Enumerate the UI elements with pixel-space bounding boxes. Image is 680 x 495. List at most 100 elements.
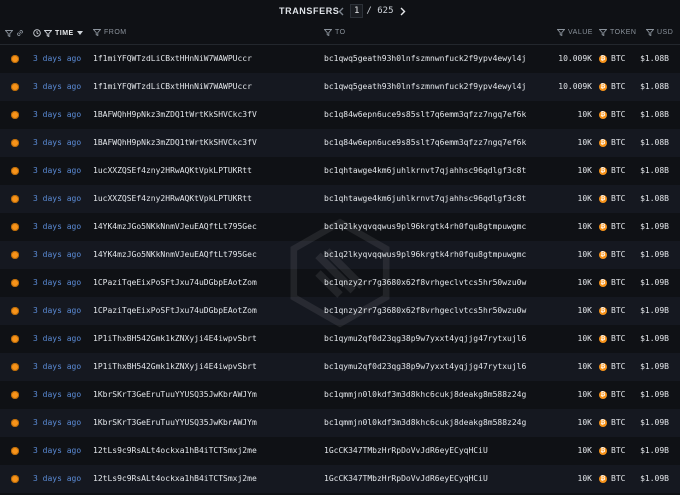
token-cell[interactable]: ₿ BTC [599, 222, 625, 231]
from-address-link[interactable]: 14YK4mzJGo5NKkNnmVJeuEAQftLt795Gec [93, 222, 257, 231]
token-symbol: BTC [611, 446, 626, 455]
token-cell[interactable]: ₿ BTC [599, 110, 625, 119]
to-address-link[interactable]: bc1qymu2qf0d23qg38p9w7yxxt4yqjjg47rytxuj… [324, 334, 526, 343]
from-address-link[interactable]: 1f1miYFQWTzdLiCBxtHHnNiW7WAWPUccr [93, 82, 252, 91]
token-cell[interactable]: ₿ BTC [599, 306, 625, 315]
token-cell[interactable]: ₿ BTC [599, 390, 625, 399]
from-address-link[interactable]: 1BAFWQhH9pNkz3mZDQ1tWrtKkSHVCkc3fV [93, 138, 257, 147]
table-row[interactable]: 3 days ago 12tLs9c9RsALt4ockxa1hB4iTCTSmx… [0, 465, 680, 493]
to-address-link[interactable]: bc1q84w6epn6uce9s85slt7q6emm3qfzz7ngq7ef… [324, 138, 526, 147]
time-link[interactable]: 3 days ago [33, 138, 81, 147]
token-symbol: BTC [611, 334, 626, 343]
to-address-link[interactable]: bc1qwq5geath93h0lnfszmnwnfuck2f9ypv4ewyl… [324, 82, 526, 91]
value-column-header[interactable]: VALUE [557, 29, 593, 36]
from-address-link[interactable]: 1KbrSKrT3GeEruTuuYYUSQ35JwKbrAWJYm [93, 418, 257, 427]
value-cell: 10K [577, 390, 592, 399]
token-cell[interactable]: ₿ BTC [599, 250, 625, 259]
table-row[interactable]: 3 days ago 1BAFWQhH9pNkz3mZDQ1tWrtKkSHVCk… [0, 101, 680, 129]
token-cell[interactable]: ₿ BTC [599, 278, 625, 287]
from-address-link[interactable]: 1KbrSKrT3GeEruTuuYYUSQ35JwKbrAWJYm [93, 390, 257, 399]
value-cell: 10K [577, 250, 592, 259]
token-cell[interactable]: ₿ BTC [599, 474, 625, 483]
from-column-header[interactable]: FROM [93, 29, 127, 36]
bitcoin-icon: ₿ [599, 166, 607, 175]
table-row[interactable]: 3 days ago 1KbrSKrT3GeEruTuuYYUSQ35JwKbrA… [0, 381, 680, 409]
next-page-button[interactable] [398, 4, 409, 18]
to-address-link[interactable]: bc1qmmjn0l0kdf3m3d8khc6cukj8deakg8m588z2… [324, 390, 526, 399]
time-link[interactable]: 3 days ago [33, 418, 81, 427]
value-cell: 10K [577, 166, 592, 175]
table-row[interactable]: 3 days ago 1P1iThxBH542Gmk1kZNXyji4E4iwpv… [0, 353, 680, 381]
token-cell[interactable]: ₿ BTC [599, 362, 625, 371]
from-address-link[interactable]: 1P1iThxBH542Gmk1kZNXyji4E4iwpvSbrt [93, 334, 257, 343]
time-link[interactable]: 3 days ago [33, 446, 81, 455]
value-cell: 10.009K [558, 54, 592, 63]
time-column-header[interactable]: TIME [33, 29, 83, 37]
bitcoin-icon: ₿ [599, 110, 607, 119]
from-address-link[interactable]: 12tLs9c9RsALt4ockxa1hB4iTCTSmxj2me [93, 446, 257, 455]
token-cell[interactable]: ₿ BTC [599, 138, 625, 147]
to-address-link[interactable]: 1GcCK347TMbzHrRpDoVvJdR6eyECyqHCiU [324, 446, 488, 455]
table-row[interactable]: 3 days ago 1ucXXZQSEf4zny2HRwAQKtVpkLPTUK… [0, 185, 680, 213]
token-cell[interactable]: ₿ BTC [599, 54, 625, 63]
to-address-link[interactable]: 1GcCK347TMbzHrRpDoVvJdR6eyECyqHCiU [324, 474, 488, 483]
from-address-link[interactable]: 1P1iThxBH542Gmk1kZNXyji4E4iwpvSbrt [93, 362, 257, 371]
table-row[interactable]: 3 days ago 1P1iThxBH542Gmk1kZNXyji4E4iwpv… [0, 325, 680, 353]
token-cell[interactable]: ₿ BTC [599, 166, 625, 175]
time-link[interactable]: 3 days ago [33, 306, 81, 315]
filter-header-button[interactable] [5, 29, 24, 37]
time-link[interactable]: 3 days ago [33, 222, 81, 231]
to-address-link[interactable]: bc1qwq5geath93h0lnfszmnwnfuck2f9ypv4ewyl… [324, 54, 526, 63]
token-cell[interactable]: ₿ BTC [599, 446, 625, 455]
token-symbol: BTC [611, 82, 626, 91]
token-cell[interactable]: ₿ BTC [599, 194, 625, 203]
bitcoin-icon: ₿ [599, 390, 607, 399]
token-cell[interactable]: ₿ BTC [599, 418, 625, 427]
table-row[interactable]: 3 days ago 12tLs9c9RsALt4ockxa1hB4iTCTSmx… [0, 437, 680, 465]
bitcoin-icon: ₿ [599, 446, 607, 455]
time-link[interactable]: 3 days ago [33, 390, 81, 399]
time-link[interactable]: 3 days ago [33, 362, 81, 371]
from-address-link[interactable]: 1CPaziTqeEixPoSFtJxu74uDGbpEAotZom [93, 306, 257, 315]
to-address-link[interactable]: bc1qhtawge4km6juhlkrnvt7qjahhsc96qdlgf3c… [324, 194, 526, 203]
usd-column-header[interactable]: USD [646, 29, 673, 36]
btc-dot-icon [11, 111, 19, 119]
table-row[interactable]: 3 days ago 1f1miYFQWTzdLiCBxtHHnNiW7WAWPU… [0, 45, 680, 73]
value-cell: 10.009K [558, 82, 592, 91]
time-link[interactable]: 3 days ago [33, 82, 81, 91]
to-address-link[interactable]: bc1q84w6epn6uce9s85slt7q6emm3qfzz7ngq7ef… [324, 110, 526, 119]
time-link[interactable]: 3 days ago [33, 278, 81, 287]
token-cell[interactable]: ₿ BTC [599, 334, 625, 343]
from-address-link[interactable]: 1CPaziTqeEixPoSFtJxu74uDGbpEAotZom [93, 278, 257, 287]
from-address-link[interactable]: 1ucXXZQSEf4zny2HRwAQKtVpkLPTUKRtt [93, 166, 252, 175]
token-cell[interactable]: ₿ BTC [599, 82, 625, 91]
to-address-link[interactable]: bc1qmmjn0l0kdf3m3d8khc6cukj8deakg8m588z2… [324, 418, 526, 427]
table-row[interactable]: 3 days ago 1BAFWQhH9pNkz3mZDQ1tWrtKkSHVCk… [0, 129, 680, 157]
usd-cell: $1.09B [640, 250, 669, 259]
bitcoin-icon: ₿ [599, 82, 607, 91]
time-link[interactable]: 3 days ago [33, 110, 81, 119]
time-link[interactable]: 3 days ago [33, 194, 81, 203]
token-symbol: BTC [611, 166, 626, 175]
from-address-link[interactable]: 1ucXXZQSEf4zny2HRwAQKtVpkLPTUKRtt [93, 194, 252, 203]
to-address-link[interactable]: bc1qymu2qf0d23qg38p9w7yxxt4yqjjg47rytxuj… [324, 362, 526, 371]
from-address-link[interactable]: 14YK4mzJGo5NKkNnmVJeuEAQftLt795Gec [93, 250, 257, 259]
to-column-header[interactable]: TO [324, 29, 346, 36]
from-address-link[interactable]: 1f1miYFQWTzdLiCBxtHHnNiW7WAWPUccr [93, 54, 252, 63]
page-number-input[interactable]: 1 [350, 4, 364, 18]
to-address-link[interactable]: bc1qhtawge4km6juhlkrnvt7qjahhsc96qdlgf3c… [324, 166, 526, 175]
table-row[interactable]: 3 days ago 1KbrSKrT3GeEruTuuYYUSQ35JwKbrA… [0, 409, 680, 437]
time-link[interactable]: 3 days ago [33, 250, 81, 259]
time-link[interactable]: 3 days ago [33, 166, 81, 175]
table-row[interactable]: 3 days ago 1ucXXZQSEf4zny2HRwAQKtVpkLPTUK… [0, 157, 680, 185]
time-link[interactable]: 3 days ago [33, 334, 81, 343]
time-link[interactable]: 3 days ago [33, 474, 81, 483]
usd-cell: $1.08B [640, 166, 669, 175]
table-row[interactable]: 3 days ago 1f1miYFQWTzdLiCBxtHHnNiW7WAWPU… [0, 73, 680, 101]
btc-dot-icon [11, 335, 19, 343]
prev-page-button[interactable] [335, 4, 346, 18]
from-address-link[interactable]: 12tLs9c9RsALt4ockxa1hB4iTCTSmxj2me [93, 474, 257, 483]
time-link[interactable]: 3 days ago [33, 54, 81, 63]
token-column-header[interactable]: TOKEN [599, 29, 637, 36]
from-address-link[interactable]: 1BAFWQhH9pNkz3mZDQ1tWrtKkSHVCkc3fV [93, 110, 257, 119]
